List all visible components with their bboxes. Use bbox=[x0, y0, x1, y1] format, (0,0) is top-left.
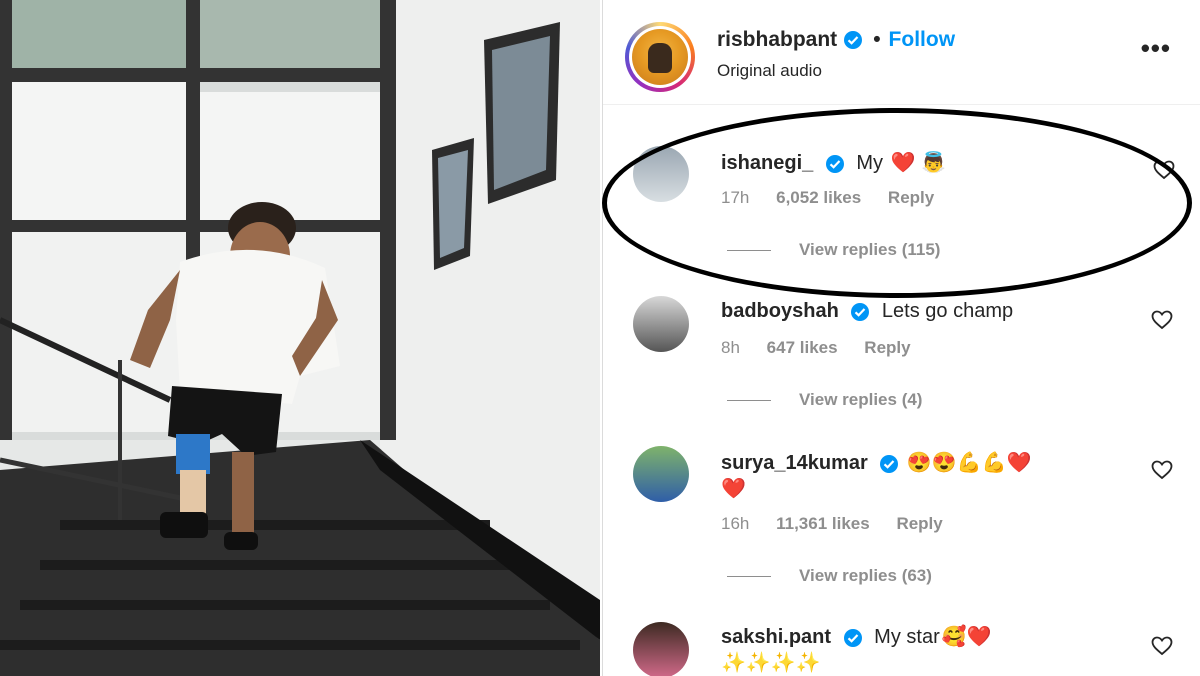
more-options-icon[interactable]: ••• bbox=[1141, 35, 1171, 61]
commenter-username[interactable]: sakshi.pant bbox=[721, 626, 831, 648]
author-avatar[interactable] bbox=[625, 22, 695, 92]
like-heart-icon[interactable] bbox=[1150, 634, 1174, 658]
comment-time: 17h bbox=[721, 188, 750, 207]
video-frame-illustration bbox=[0, 0, 600, 676]
commenter-avatar[interactable] bbox=[633, 296, 689, 352]
comment-likes[interactable]: 11,361 likes bbox=[776, 514, 870, 533]
view-replies-label: View replies (4) bbox=[799, 390, 923, 409]
comment-time: 16h bbox=[721, 514, 750, 533]
comment-likes[interactable]: 647 likes bbox=[767, 338, 838, 357]
verified-badge-icon bbox=[843, 628, 862, 647]
audio-label[interactable]: Original audio bbox=[717, 61, 822, 81]
comment-text: Lets go champ bbox=[881, 300, 1014, 322]
view-replies-button[interactable]: View replies (4) bbox=[727, 390, 922, 410]
reply-button[interactable]: Reply bbox=[896, 514, 942, 533]
comment-body: badboyshah Lets go champ bbox=[721, 300, 1013, 323]
commenter-username[interactable]: surya_14kumar bbox=[721, 452, 868, 474]
separator-dot: • bbox=[873, 28, 881, 51]
comment-body: surya_14kumar 😍😍💪💪❤️ bbox=[721, 450, 1031, 475]
comment-emojis: 😍😍💪💪❤️ bbox=[906, 452, 1032, 474]
comment-emojis-line2: ✨✨✨✨ bbox=[721, 652, 821, 674]
commenter-avatar[interactable] bbox=[633, 446, 689, 502]
replies-divider bbox=[727, 249, 771, 251]
comment-text: My bbox=[856, 152, 884, 174]
post-header: risbhabpant • Follow Original audio ••• bbox=[603, 0, 1200, 105]
commenter-avatar[interactable] bbox=[633, 146, 689, 202]
comment-likes[interactable]: 6,052 likes bbox=[776, 188, 861, 207]
reply-button[interactable]: Reply bbox=[864, 338, 910, 357]
verified-badge-icon bbox=[825, 154, 844, 173]
comments-panel: risbhabpant • Follow Original audio ••• … bbox=[602, 0, 1200, 676]
author-line: risbhabpant • Follow bbox=[717, 28, 955, 52]
view-replies-label: View replies (115) bbox=[799, 240, 941, 259]
like-heart-icon[interactable] bbox=[1150, 458, 1174, 482]
verified-badge-icon bbox=[851, 302, 870, 321]
comment-text: My star bbox=[874, 626, 940, 648]
commenter-avatar[interactable] bbox=[633, 622, 689, 676]
reply-button[interactable]: Reply bbox=[888, 188, 934, 207]
view-replies-button[interactable]: View replies (63) bbox=[727, 566, 932, 586]
view-replies-button[interactable]: View replies (115) bbox=[727, 240, 940, 260]
author-username[interactable]: risbhabpant bbox=[717, 28, 837, 52]
follow-button[interactable]: Follow bbox=[889, 28, 956, 52]
reel-video[interactable] bbox=[0, 0, 600, 676]
comment-body: sakshi.pant My star 🥰❤️ bbox=[721, 624, 992, 649]
comment-emojis: 🥰❤️ bbox=[941, 626, 992, 648]
replies-divider bbox=[727, 399, 771, 401]
comment-meta: 17h 6,052 likes Reply bbox=[721, 188, 956, 208]
commenter-username[interactable]: badboyshah bbox=[721, 300, 839, 322]
view-replies-label: View replies (63) bbox=[799, 566, 932, 585]
verified-badge-icon bbox=[844, 31, 863, 49]
comment-emojis: ❤️ 👼 bbox=[890, 152, 946, 174]
comment-time: 8h bbox=[721, 338, 740, 357]
like-heart-icon[interactable] bbox=[1150, 308, 1174, 332]
comment-emojis-line2: ❤️ bbox=[721, 478, 746, 500]
comment-meta: 8h 647 likes Reply bbox=[721, 338, 933, 358]
verified-badge-icon bbox=[880, 454, 899, 473]
commenter-username[interactable]: ishanegi_ bbox=[721, 152, 813, 174]
comment-body: ishanegi_ My ❤️ 👼 bbox=[721, 150, 946, 175]
comment-meta: 16h 11,361 likes Reply bbox=[721, 514, 965, 534]
like-heart-icon[interactable] bbox=[1152, 158, 1176, 182]
replies-divider bbox=[727, 575, 771, 577]
